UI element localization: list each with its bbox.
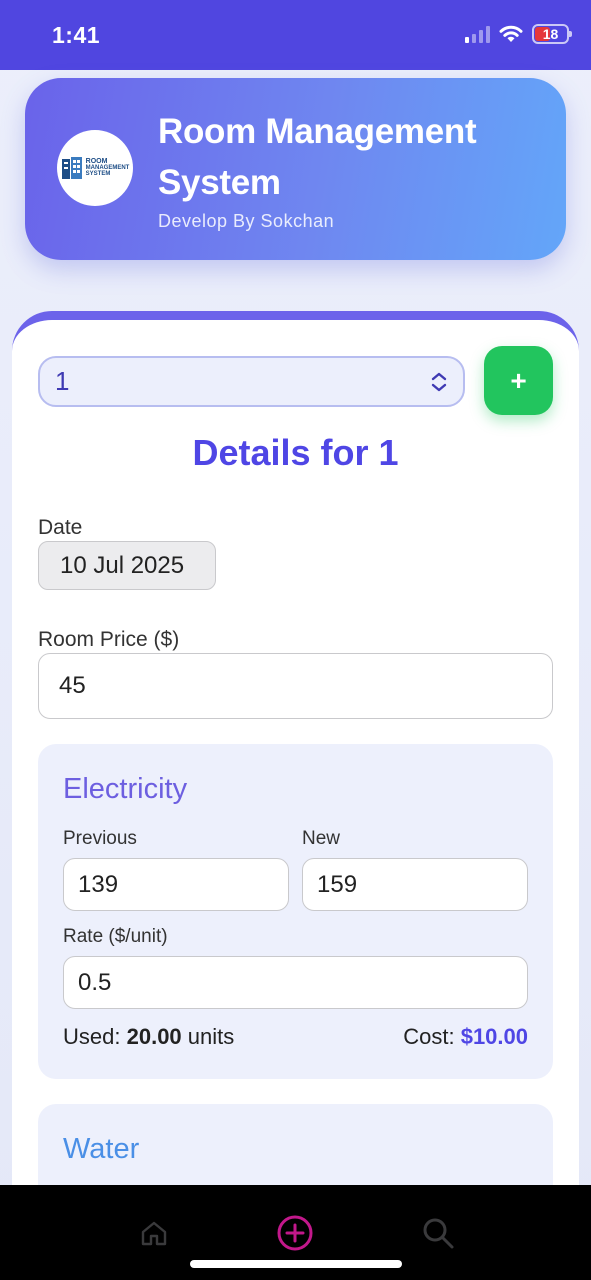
room-price-input[interactable]: 45: [38, 653, 553, 719]
app-logo: ROOM MANAGEMENT SYSTEM: [57, 130, 133, 206]
battery-level: 18: [542, 26, 559, 42]
app-subtitle: Develop By Sokchan: [158, 211, 335, 231]
bottom-nav: [0, 1185, 591, 1280]
chevron-up-down-icon: [431, 372, 447, 392]
app-title: Room Management System: [158, 112, 477, 202]
date-field[interactable]: 10 Jul 2025: [38, 541, 216, 590]
electricity-used-value: 20.00: [126, 1024, 182, 1049]
rate-label: Rate ($/unit): [63, 926, 168, 947]
electricity-cost: Cost: $10.00: [403, 1024, 528, 1049]
status-time: 1:41: [52, 22, 101, 48]
add-room-button[interactable]: +: [484, 346, 553, 415]
search-icon: [423, 1218, 454, 1249]
electricity-used: Used: 20.00 units: [63, 1024, 235, 1049]
cellular-signal-icon: [465, 25, 490, 43]
nav-home[interactable]: [134, 1213, 174, 1253]
electricity-rate-input[interactable]: 0.5: [63, 956, 528, 1009]
room-price-label: Room Price ($): [38, 628, 180, 651]
nav-add[interactable]: [275, 1213, 315, 1253]
nav-search[interactable]: [418, 1213, 458, 1253]
new-label: New: [302, 828, 341, 849]
home-indicator: [190, 1260, 402, 1268]
details-title: Details for 1: [192, 432, 399, 473]
wifi-icon: [499, 25, 523, 42]
room-select-value: 1: [55, 366, 70, 396]
previous-label: Previous: [63, 828, 137, 849]
electricity-section: Electricity Previous 139 New 159 Rate ($…: [38, 744, 553, 1079]
water-title: Water: [63, 1133, 140, 1165]
status-icons: 18: [465, 24, 572, 44]
home-icon: [141, 1221, 167, 1246]
add-circle-icon: [277, 1215, 313, 1251]
electricity-new-input[interactable]: 159: [302, 858, 528, 911]
building-icon: [61, 157, 82, 179]
electricity-title: Electricity: [63, 773, 188, 805]
logo-text: ROOM MANAGEMENT SYSTEM: [85, 158, 130, 177]
room-select[interactable]: 1: [38, 356, 465, 407]
app-screen: 1:41 18 ROOM MANAGEMENT SYSTEM Room Mana…: [0, 0, 591, 1280]
date-label: Date: [38, 516, 83, 539]
app-header: ROOM MANAGEMENT SYSTEM Room Management S…: [25, 78, 566, 260]
status-bar: 1:41 18: [0, 0, 591, 70]
electricity-previous-input[interactable]: 139: [63, 858, 289, 911]
room-details-card: 1 + Details for 1 Date 10 Jul 2025 Room …: [12, 311, 579, 1280]
battery-icon: 18: [532, 24, 572, 44]
electricity-cost-value: $10.00: [460, 1024, 528, 1049]
